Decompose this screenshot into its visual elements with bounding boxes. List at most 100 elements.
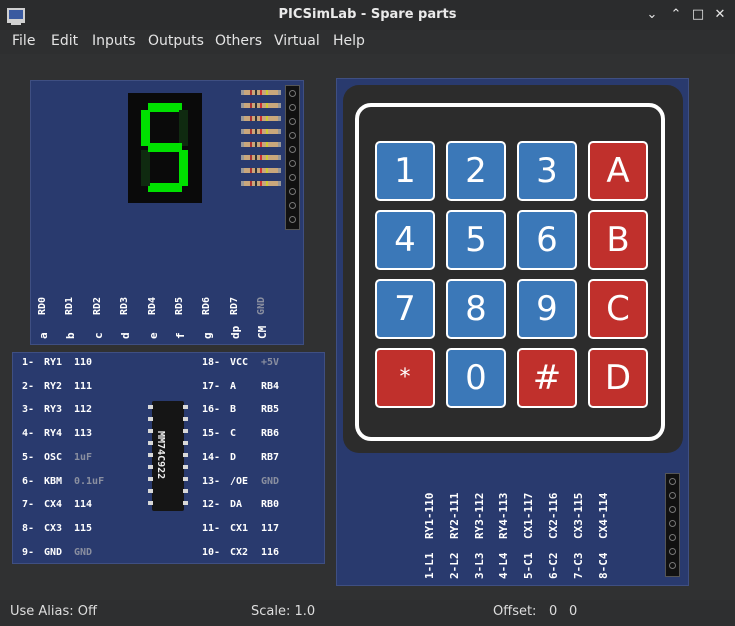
display-port-pin: RD0: [37, 296, 48, 315]
encoder-pin-number: 1-: [22, 357, 35, 368]
key-0[interactable]: 0: [446, 348, 506, 408]
display-port-pin: RD1: [64, 296, 76, 315]
pin-dot: [289, 160, 296, 167]
close-icon[interactable]: ✕: [713, 8, 727, 22]
resistor-band: [260, 90, 262, 95]
display-port-pin: RD4: [146, 296, 158, 315]
key-5[interactable]: 5: [446, 210, 506, 270]
resistor: [241, 90, 281, 95]
seven-segment-display: [128, 93, 202, 203]
keypad-pin-value: RY1-110: [423, 492, 436, 539]
display-port-pin: RD5: [174, 296, 185, 315]
menu-bar: File Edit Inputs Outputs Others Virtual …: [0, 30, 735, 54]
menu-outputs[interactable]: Outputs: [148, 33, 204, 49]
key-1[interactable]: 1: [375, 141, 435, 201]
encoder-pin-number: 8-: [22, 522, 35, 534]
restore-icon[interactable]: □: [691, 8, 705, 22]
menu-others[interactable]: Others: [215, 33, 262, 49]
key-9[interactable]: 9: [517, 279, 577, 339]
encoder-pin-value: 113: [74, 428, 93, 440]
encoder-pin-name: DA: [230, 499, 243, 511]
keypad-pin-value: CX1-117: [522, 492, 536, 539]
window-title: PICSimLab - Spare parts: [278, 7, 457, 22]
key-6[interactable]: 6: [517, 210, 577, 270]
menu-help[interactable]: Help: [333, 33, 365, 49]
ic-pin: [148, 501, 153, 505]
display-port-pin: RD6: [201, 296, 213, 315]
pin-dot: [289, 90, 296, 97]
encoder-pin-value: 117: [261, 522, 280, 534]
ic-pin: [148, 417, 153, 421]
keypad-pin-number: 6-C2: [547, 552, 560, 580]
key-star[interactable]: *: [375, 348, 435, 408]
pin-dot: [289, 202, 296, 209]
resistor-band: [266, 116, 268, 121]
encoder-pin-value: 110: [74, 357, 93, 368]
offset-x: 0: [549, 604, 558, 619]
resistor-band: [266, 129, 268, 134]
resistor-band: [255, 90, 257, 95]
resistor-band: [266, 168, 268, 173]
encoder-pin-number: 11-: [202, 522, 221, 534]
segment-g: [148, 143, 182, 152]
resistor: [241, 103, 281, 108]
encoder-pin-name: B: [230, 404, 237, 416]
encoder-pin-number: 7-: [22, 499, 35, 511]
pin-header: [285, 85, 300, 230]
pin-dot: [669, 492, 676, 499]
encoder-pin-number: 15-: [202, 428, 221, 440]
encoder-pin-name: GND: [44, 546, 63, 558]
ic-pin: [183, 465, 188, 469]
menu-file[interactable]: File: [12, 33, 35, 49]
key-hash[interactable]: #: [517, 348, 577, 408]
offset-y: 0: [569, 604, 578, 619]
key-7[interactable]: 7: [375, 279, 435, 339]
resistor-band: [255, 142, 257, 147]
resistor-band: [250, 116, 252, 121]
segment-c: [179, 150, 188, 186]
pin-dot: [289, 146, 296, 153]
key-3[interactable]: 3: [517, 141, 577, 201]
key-b[interactable]: B: [588, 210, 648, 270]
resistor-band: [255, 155, 257, 160]
key-d[interactable]: D: [588, 348, 648, 408]
resistor: [241, 142, 281, 147]
ic-pin: [148, 453, 153, 457]
minimize-icon[interactable]: ⌄: [645, 8, 659, 22]
key-a[interactable]: A: [588, 141, 648, 201]
seven-segment-board[interactable]: RD0 RD1 RD2 RD3 RD4 RD5 RD6 RD7 GND a b c d e f g dp CM: [30, 80, 304, 345]
encoder-pin-value: 0.1uF: [74, 475, 105, 487]
keypad-pin-value: CX4-114: [596, 492, 610, 539]
ic-pin: [148, 441, 153, 445]
ic-pin: [148, 405, 153, 409]
maximize-icon[interactable]: ⌃: [669, 8, 683, 22]
resistor-band: [266, 181, 268, 186]
title-bar[interactable]: PICSimLab - Spare parts ⌄ ⌃ □ ✕: [0, 0, 735, 30]
display-segment-pin: a: [37, 332, 50, 339]
encoder-pin-name: CX3: [44, 522, 63, 534]
key-4[interactable]: 4: [375, 210, 435, 270]
display-segment-pin: dp: [228, 325, 242, 339]
segment-b: [179, 110, 188, 146]
encoder-pin-value: RB6: [261, 428, 280, 440]
menu-virtual[interactable]: Virtual: [274, 33, 320, 49]
menu-inputs[interactable]: Inputs: [92, 33, 136, 49]
keypad-pin-number: 3-L3: [472, 552, 486, 580]
status-bar: Use Alias: Off Scale: 1.0 Offset: 0 0: [0, 600, 735, 626]
resistor-band: [255, 129, 257, 134]
resistor-band: [266, 155, 268, 160]
key-c[interactable]: C: [588, 279, 648, 339]
keypad: 1 2 3 A 4 5 6 B 7 8 9 C * 0 # D: [343, 85, 683, 453]
encoder-pin-number: 16-: [202, 404, 221, 416]
encoder-pin-value: RB7: [261, 451, 280, 463]
pin-dot: [669, 478, 676, 485]
ic-pin: [148, 465, 153, 469]
display-segment-pin: CM: [256, 325, 270, 339]
menu-edit[interactable]: Edit: [51, 33, 78, 49]
keypad-pin-value: CX2-116: [547, 492, 560, 539]
pin-dot: [289, 174, 296, 181]
key-2[interactable]: 2: [446, 141, 506, 201]
encoder-pin-name: RY2: [44, 380, 63, 392]
key-8[interactable]: 8: [446, 279, 506, 339]
ic-pin: [183, 441, 188, 445]
